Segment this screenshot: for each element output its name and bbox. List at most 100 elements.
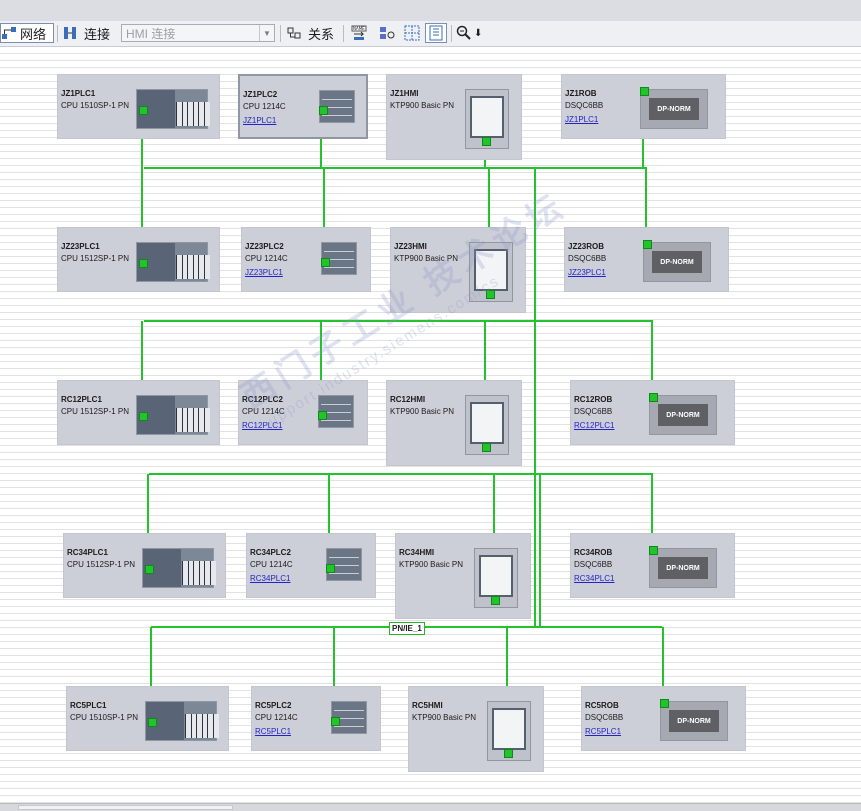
device-name: RC34PLC2 (250, 548, 291, 557)
device-rc5plc1[interactable]: RC5PLC1 CPU 1510SP-1 PN (66, 686, 229, 751)
profinet-port-icon[interactable] (486, 290, 495, 299)
device-rc12plc2[interactable]: RC12PLC2 CPU 1214C RC12PLC1 (238, 380, 368, 445)
assigned-controller-link[interactable]: RC5PLC1 (585, 727, 621, 736)
device-name: JZ1PLC1 (61, 89, 96, 98)
connections-icon (62, 25, 78, 41)
connection-type-value: HMI 连接 (126, 26, 176, 41)
device-type: DSQC6BB (565, 101, 604, 110)
device-type: KTP900 Basic PN (399, 560, 464, 569)
device-type: CPU 1512SP-1 PN (67, 560, 136, 569)
robot-module-label: DP-NORM (658, 404, 708, 426)
assigned-controller-link[interactable]: JZ1PLC1 (565, 115, 598, 124)
connection-type-select[interactable]: HMI 连接 ▼ (121, 24, 275, 42)
device-rc12plc1[interactable]: RC12PLC1 CPU 1512SP-1 PN (57, 380, 220, 445)
device-type: KTP900 Basic PN (390, 101, 455, 110)
device-name: RC5ROB (585, 701, 619, 710)
device-rc34rob[interactable]: RC34ROB DSQC6BB RC34PLC1 DP-NORM (570, 533, 735, 598)
relations-icon (286, 25, 302, 41)
device-type: CPU 1510SP-1 PN (70, 713, 139, 722)
device-jz1rob[interactable]: JZ1ROB DSQC6BB JZ1PLC1 DP-NORM (561, 74, 726, 139)
device-jz23rob[interactable]: JZ23ROB DSQC6BB JZ23PLC1 DP-NORM (564, 227, 729, 292)
assigned-controller-link[interactable]: RC34PLC1 (250, 574, 290, 583)
profinet-port-icon[interactable] (649, 546, 658, 555)
device-name: RC5PLC2 (255, 701, 292, 710)
robot-module-label: DP-NORM (649, 98, 699, 120)
device-jz23hmi[interactable]: JZ23HMI KTP900 Basic PN (390, 227, 526, 313)
assigned-controller-link[interactable]: JZ23PLC1 (245, 268, 283, 277)
highlight-button[interactable] (376, 23, 398, 43)
profinet-port-icon[interactable] (319, 106, 328, 115)
device-type: DSQC6BB (574, 407, 613, 416)
device-jz1plc2[interactable]: JZ1PLC2 CPU 1214C JZ1PLC1 (238, 74, 368, 139)
network-view-button[interactable]: 网络 (0, 23, 54, 43)
relations-button[interactable]: 关系 (285, 23, 339, 43)
profinet-port-icon[interactable] (482, 443, 491, 452)
robot-interface-image: DP-NORM (643, 242, 711, 282)
device-name: JZ1ROB (565, 89, 597, 98)
device-rc34plc1[interactable]: RC34PLC1 CPU 1512SP-1 PN (63, 533, 226, 598)
profinet-port-icon[interactable] (139, 412, 148, 421)
highlight-icon (379, 25, 395, 41)
profinet-port-icon[interactable] (326, 564, 335, 573)
device-jz23plc1[interactable]: JZ23PLC1 CPU 1512SP-1 PN (57, 227, 220, 292)
subnet-label[interactable]: PN/IE_1 (389, 622, 425, 635)
device-name: RC34HMI (399, 548, 435, 557)
network-view-icon (1, 25, 17, 41)
profinet-port-icon[interactable] (321, 258, 330, 267)
robot-interface-image: DP-NORM (649, 395, 717, 435)
profinet-port-icon[interactable] (318, 411, 327, 420)
properties-panel-button[interactable] (425, 23, 447, 43)
device-type: CPU 1512SP-1 PN (61, 407, 130, 416)
profinet-port-icon[interactable] (139, 106, 148, 115)
relations-label: 关系 (308, 26, 335, 42)
device-rc5plc2[interactable]: RC5PLC2 CPU 1214C RC5PLC1 (251, 686, 381, 751)
network-canvas[interactable]: JZ1PLC1 CPU 1510SP-1 PN JZ1PLC2 CPU 1214C JZ… (0, 47, 861, 803)
device-type: KTP900 Basic PN (412, 713, 477, 722)
assigned-controller-link[interactable]: RC34PLC1 (574, 574, 614, 583)
profinet-port-icon[interactable] (504, 749, 513, 758)
device-type: KTP900 Basic PN (394, 254, 459, 263)
connections-button[interactable]: 连接 (61, 23, 117, 43)
zoom-button[interactable]: ⬇ (455, 23, 487, 43)
device-rc5rob[interactable]: RC5ROB DSQC6BB RC5PLC1 DP-NORM (581, 686, 746, 751)
device-rc34plc2[interactable]: RC34PLC2 CPU 1214C RC34PLC1 (246, 533, 376, 598)
profinet-port-icon[interactable] (643, 240, 652, 249)
profinet-port-icon[interactable] (139, 259, 148, 268)
robot-interface-image: DP-NORM (660, 701, 728, 741)
show-address-button[interactable]: NAME (348, 23, 370, 43)
device-type: CPU 1214C (250, 560, 293, 569)
robot-interface-image: DP-NORM (649, 548, 717, 588)
profinet-port-icon[interactable] (331, 717, 340, 726)
device-type: CPU 1214C (243, 102, 286, 111)
device-jz23plc2[interactable]: JZ23PLC2 CPU 1214C JZ23PLC1 (241, 227, 371, 292)
device-jz1plc1[interactable]: JZ1PLC1 CPU 1510SP-1 PN (57, 74, 220, 139)
device-rc12hmi[interactable]: RC12HMI KTP900 Basic PN (386, 380, 522, 466)
device-rc34hmi[interactable]: RC34HMI KTP900 Basic PN (395, 533, 531, 619)
device-name: RC34PLC1 (67, 548, 108, 557)
device-jz1hmi[interactable]: JZ1HMI KTP900 Basic PN (386, 74, 522, 160)
profinet-port-icon[interactable] (649, 393, 658, 402)
profinet-port-icon[interactable] (660, 699, 669, 708)
device-type: KTP900 Basic PN (390, 407, 455, 416)
assigned-controller-link[interactable]: RC12PLC1 (574, 421, 614, 430)
robot-module-label: DP-NORM (669, 710, 719, 732)
device-rc5hmi[interactable]: RC5HMI KTP900 Basic PN (408, 686, 544, 772)
assigned-controller-link[interactable]: JZ23PLC1 (568, 268, 606, 277)
properties-panel-icon (428, 25, 444, 41)
device-name: JZ1HMI (390, 89, 419, 98)
assigned-controller-link[interactable]: RC5PLC1 (255, 727, 291, 736)
profinet-port-icon[interactable] (145, 565, 154, 574)
profinet-port-icon[interactable] (148, 718, 157, 727)
assigned-controller-link[interactable]: JZ1PLC1 (243, 116, 276, 125)
grid-button[interactable] (401, 23, 423, 43)
profinet-port-icon[interactable] (482, 137, 491, 146)
assigned-controller-link[interactable]: RC12PLC1 (242, 421, 282, 430)
toolbar-separator (280, 25, 281, 42)
device-rc12rob[interactable]: RC12ROB DSQC6BB RC12PLC1 DP-NORM (570, 380, 735, 445)
scrollbar-thumb[interactable] (18, 805, 233, 810)
device-name: JZ23PLC1 (61, 242, 100, 251)
chevron-down-icon[interactable]: ▼ (259, 25, 274, 41)
profinet-port-icon[interactable] (640, 87, 649, 96)
zoom-dropdown-icon[interactable]: ⬇ (474, 28, 482, 39)
profinet-port-icon[interactable] (491, 596, 500, 605)
